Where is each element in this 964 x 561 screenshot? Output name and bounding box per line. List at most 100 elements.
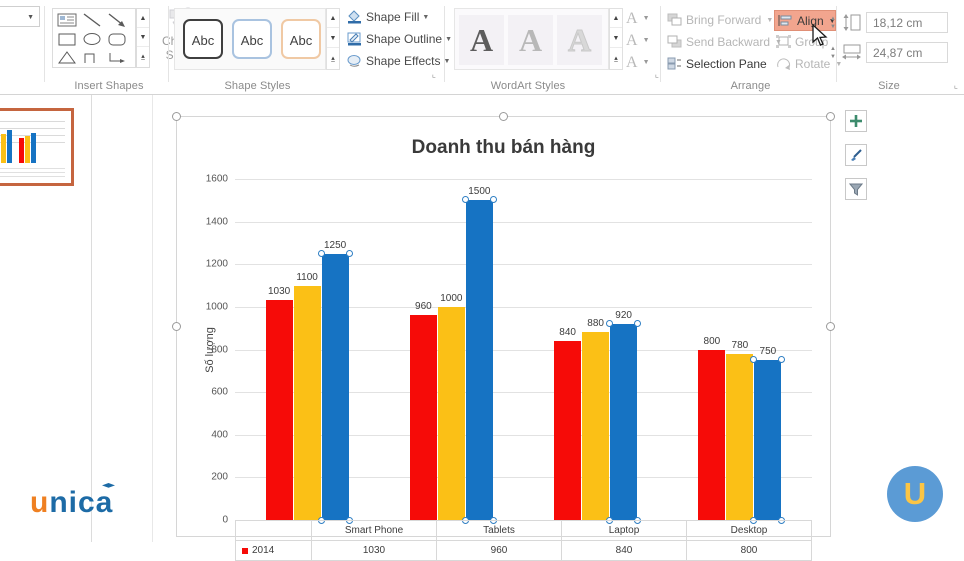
more-styles-icon[interactable]: ▴̲ (327, 49, 339, 68)
wordart-thumb-2[interactable]: A (508, 15, 553, 65)
arrow-shape-icon[interactable] (107, 12, 129, 30)
elbow-arrow-connector-icon[interactable] (107, 49, 129, 67)
rotate-icon (776, 57, 791, 70)
graduation-cap-icon (102, 483, 115, 488)
bar[interactable]: 1500 (461, 186, 497, 524)
theme-combo[interactable]: ▼ (0, 6, 40, 27)
scroll-up-icon[interactable]: ▲ (327, 9, 339, 28)
chevron-down-icon[interactable]: ▼ (643, 36, 650, 44)
chevron-down-icon[interactable]: ▼ (643, 58, 650, 66)
shape-outline-button[interactable]: Shape Outline ▼ (347, 32, 452, 53)
bar-data-label: 1030 (268, 286, 291, 298)
chart-styles-button[interactable] (845, 144, 867, 166)
wordart-thumb-3[interactable]: A (557, 15, 602, 65)
y-axis-tick-label: 0 (222, 514, 228, 526)
chart-object[interactable]: Doanh thu bán hàng Số lượng 0 200 400 600 80… (172, 112, 835, 561)
resize-handle-top-right[interactable] (826, 112, 835, 121)
shape-styles-dialog-launcher[interactable]: ⌞ (432, 69, 436, 80)
rectangle-shape-icon[interactable] (57, 31, 79, 49)
series-selection-handle[interactable] (606, 319, 614, 327)
resize-handle-middle-left[interactable] (172, 321, 181, 331)
y-axis-tick-label: 1600 (205, 173, 228, 185)
shape-width-input[interactable]: 24,87 cm (866, 42, 948, 63)
rounded-rectangle-shape-icon[interactable] (107, 31, 129, 49)
height-spinner[interactable]: ▲ ▼ (830, 15, 838, 31)
scroll-down-icon[interactable]: ▼ (610, 29, 622, 48)
bar[interactable]: 750 (750, 346, 786, 524)
x-axis-category-label: Desktop (687, 521, 812, 540)
bar[interactable]: 1100 (293, 272, 321, 520)
text-outline-button[interactable]: A ▼ (626, 32, 650, 50)
send-backward-icon (667, 35, 682, 48)
chart-elements-button[interactable] (845, 110, 867, 132)
selection-pane-button[interactable]: Selection Pane (667, 57, 767, 71)
plus-icon (850, 115, 862, 127)
scroll-up-icon[interactable]: ▲ (610, 9, 622, 28)
shape-style-thumb-2[interactable]: Abc (232, 19, 272, 59)
series-selection-handle[interactable] (750, 356, 758, 364)
line-shape-icon[interactable] (82, 12, 104, 30)
slide-thumbnail-1[interactable] (0, 108, 74, 186)
text-fill-button[interactable]: A ▼ (626, 10, 650, 28)
bar-data-label: 1100 (296, 271, 318, 283)
resize-handle-top-left[interactable] (172, 112, 181, 121)
slide-canvas[interactable]: Doanh thu bán hàng Số lượng 0 200 400 600 80… (153, 95, 964, 561)
chevron-down-icon[interactable]: ▼ (422, 14, 429, 21)
elbow-connector-icon[interactable] (82, 49, 104, 67)
more-shapes-icon[interactable]: ▴̲ (137, 47, 149, 66)
data-table-corner (236, 521, 312, 540)
shape-style-thumb-3[interactable]: Abc (281, 19, 321, 59)
series-selection-handle[interactable] (345, 249, 353, 257)
series-selection-handle[interactable] (461, 196, 469, 204)
insert-shapes-gallery[interactable] (52, 8, 136, 68)
bar[interactable]: 800 (698, 336, 726, 520)
bar-data-label: 780 (731, 339, 749, 351)
bring-forward-button[interactable]: Bring Forward ▼ (667, 13, 773, 27)
chart-plot-area[interactable]: Số lượng 0 200 400 600 800 1000 1200 1400 1600 1… (204, 174, 812, 526)
scroll-down-icon[interactable]: ▼ (327, 29, 339, 48)
wordart-gallery[interactable]: A A A (454, 8, 609, 70)
more-wordart-icon[interactable]: ▴̲ (610, 49, 622, 68)
scroll-up-icon[interactable]: ▲ (137, 9, 149, 28)
text-effects-button[interactable]: A ▼ (626, 54, 650, 72)
slide-thumbnail-pane[interactable] (0, 95, 92, 542)
insert-shapes-scroll[interactable]: ▲ ▼ ▴̲ (136, 8, 150, 68)
send-backward-button[interactable]: Send Backward ▼ (667, 35, 782, 49)
bar[interactable]: 780 (726, 340, 754, 520)
series-selection-handle[interactable] (317, 249, 325, 257)
chevron-down-icon[interactable]: ▼ (643, 14, 650, 22)
textbox-shape-icon[interactable] (57, 12, 79, 30)
bar[interactable]: 880 (582, 318, 610, 520)
resize-handle-top-center[interactable] (498, 112, 508, 121)
shape-effects-icon (347, 54, 362, 68)
chart-filters-button[interactable] (845, 178, 867, 200)
oval-shape-icon[interactable] (82, 31, 104, 49)
bar[interactable]: 1000 (437, 293, 465, 520)
series-selection-handle[interactable] (634, 319, 642, 327)
size-dialog-launcher[interactable]: ⌞ (954, 80, 958, 91)
shape-styles-gallery[interactable]: Abc Abc Abc (174, 8, 326, 70)
unica-badge: U (887, 466, 943, 522)
shape-fill-button[interactable]: Shape Fill ▼ (347, 10, 429, 31)
series-selection-handle[interactable] (489, 196, 497, 204)
width-spinner[interactable]: ▲ ▼ (830, 45, 838, 61)
series-selection-handle[interactable] (778, 356, 786, 364)
shape-style-thumb-1[interactable]: Abc (183, 19, 223, 59)
bar[interactable]: 840 (554, 327, 582, 520)
bar[interactable]: 960 (409, 301, 437, 520)
wordart-gallery-scroll[interactable]: ▲ ▼ ▴̲ (609, 8, 623, 70)
chevron-down-icon[interactable]: ▼ (766, 17, 773, 24)
bar[interactable]: 920 (606, 310, 642, 524)
triangle-shape-icon[interactable] (57, 49, 79, 67)
scroll-down-icon[interactable]: ▼ (137, 28, 149, 47)
shape-height-input[interactable]: 18,12 cm (866, 12, 948, 33)
chart-title[interactable]: Doanh thu bán hàng (177, 137, 830, 159)
bar[interactable]: 1250 (317, 240, 353, 524)
shape-styles-scroll[interactable]: ▲ ▼ ▴̲ (326, 8, 340, 70)
resize-handle-middle-right[interactable] (826, 321, 835, 331)
wordart-thumb-1[interactable]: A (459, 15, 504, 65)
bar[interactable]: 1030 (265, 286, 293, 520)
data-table-series-name: 2014 (236, 541, 312, 560)
chart-data-table[interactable]: Smart Phone Tablets Laptop Desktop 2014 1030 9… (235, 520, 812, 561)
wordart-dialog-launcher[interactable]: ⌞ (655, 69, 659, 80)
